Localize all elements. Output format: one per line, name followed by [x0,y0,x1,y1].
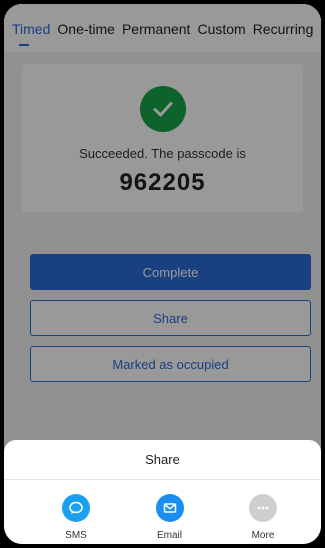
share-sheet-title: Share [4,440,321,480]
share-option-email[interactable]: Email [150,494,190,541]
email-icon [155,494,184,522]
share-option-label: More [251,530,275,541]
share-options: SMS Email More [4,480,321,541]
share-option-more[interactable]: More [243,494,283,541]
screen: Timed One-time Permanent Custom Recurrin… [4,4,321,544]
share-sheet: Share SMS Email More [4,440,321,544]
share-option-label: Email [156,530,182,541]
share-option-sms[interactable]: SMS [56,494,96,541]
more-icon [249,494,277,522]
device-frame: Timed One-time Permanent Custom Recurrin… [0,0,325,548]
sms-icon [62,494,90,522]
share-option-label: SMS [65,530,87,541]
